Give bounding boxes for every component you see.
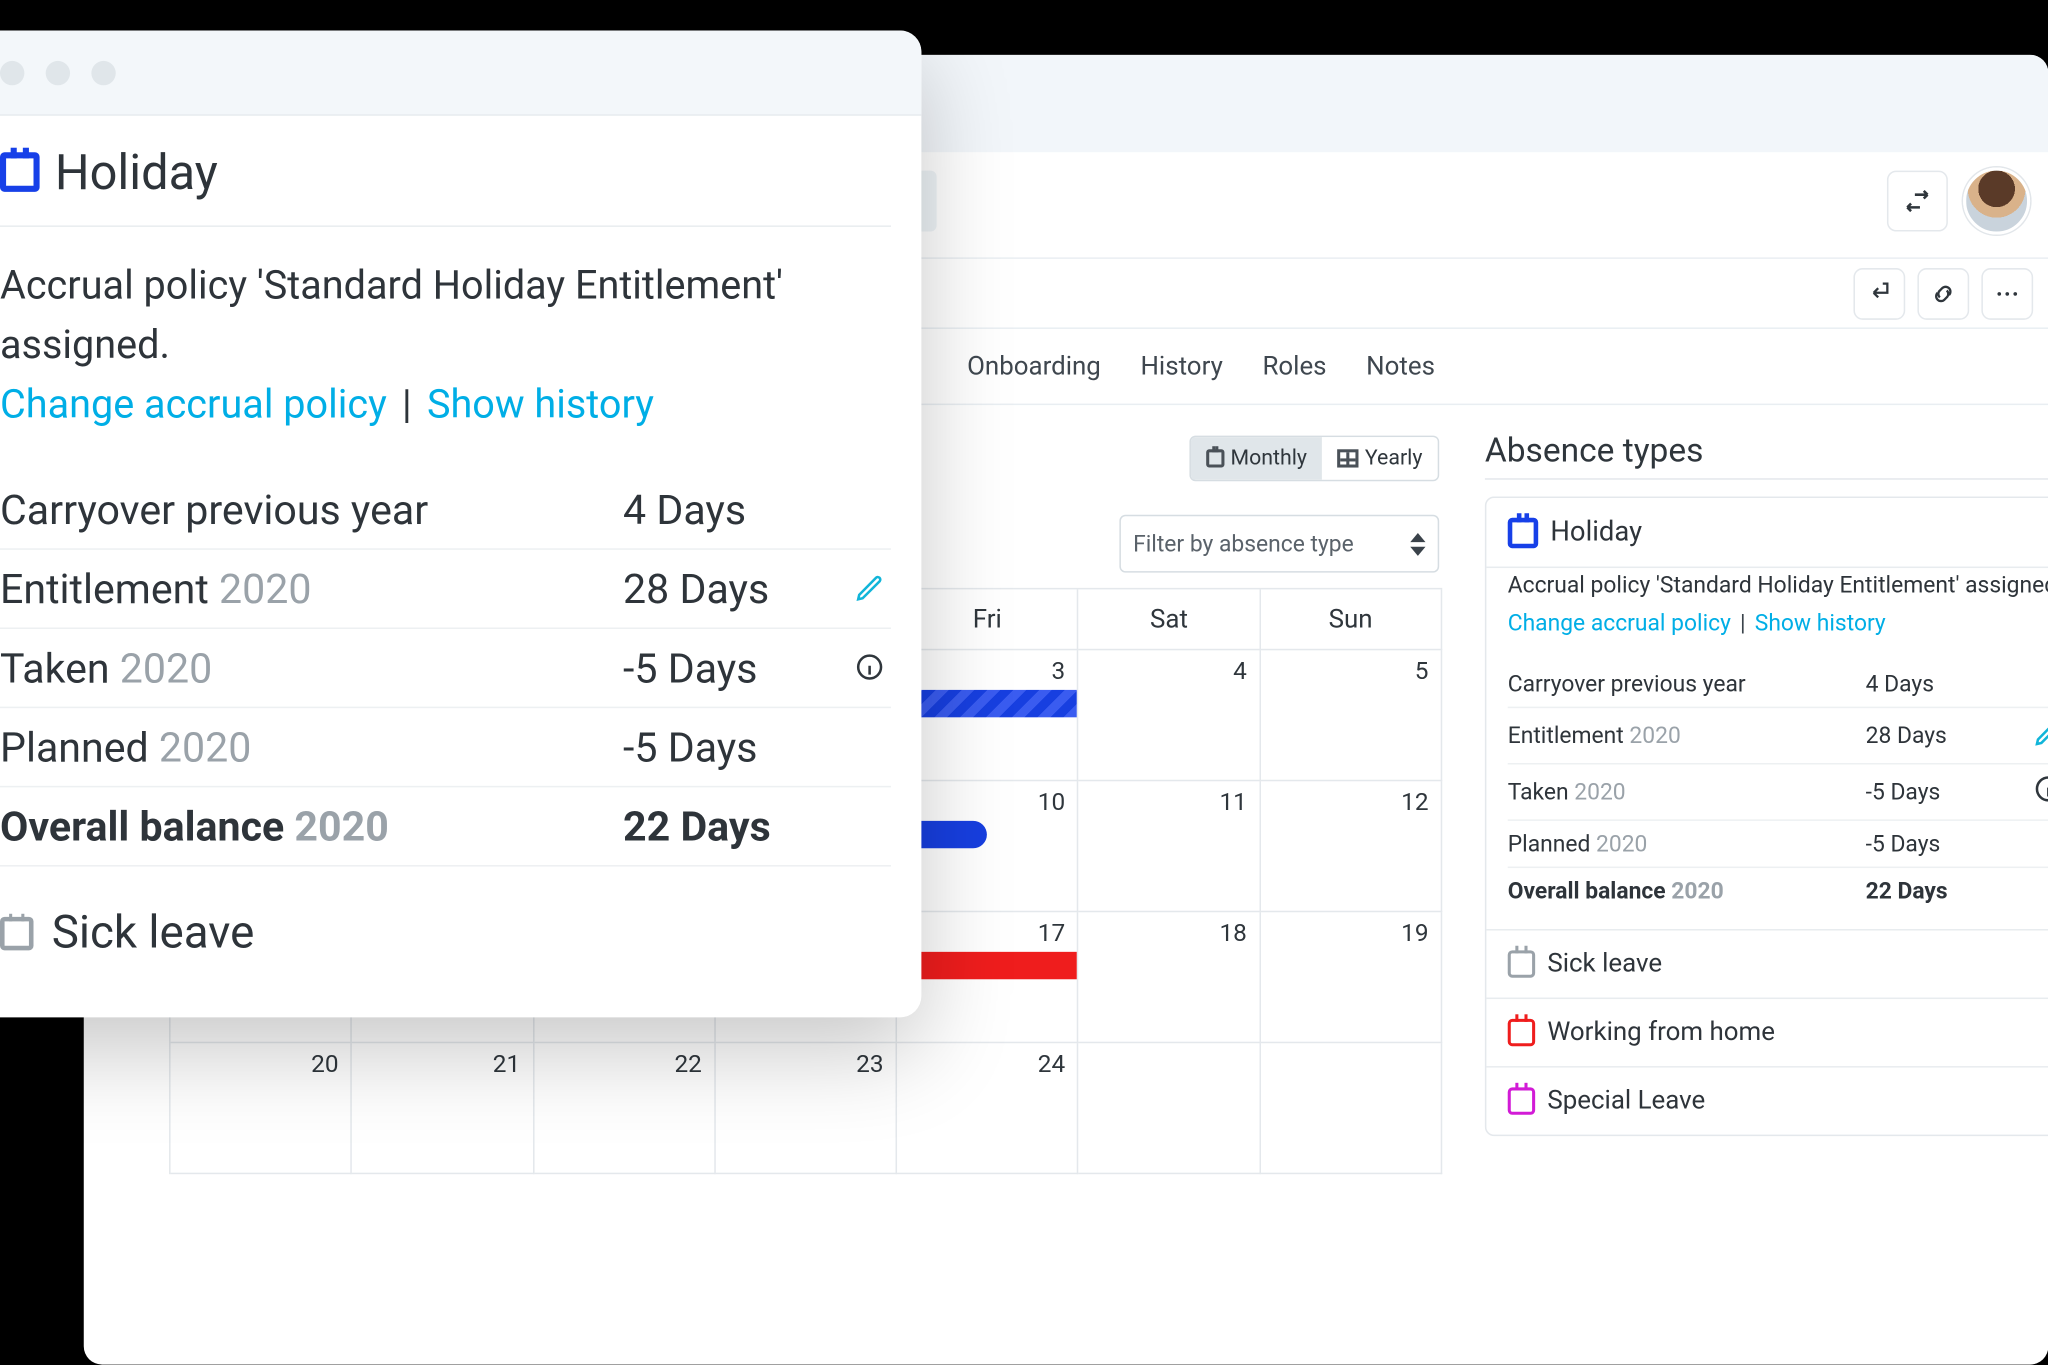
toggle-monthly[interactable]: Monthly bbox=[1191, 437, 1322, 480]
balance-row: Taken 2020-5 Days bbox=[0, 629, 891, 708]
tab-onboarding[interactable]: Onboarding bbox=[967, 351, 1101, 381]
holiday-title: Holiday bbox=[0, 143, 891, 227]
absence-type-item[interactable]: Special Leave bbox=[1486, 1065, 2048, 1134]
calendar-cell[interactable]: 17 bbox=[897, 912, 1079, 1043]
show-history-link[interactable]: Show history bbox=[427, 382, 654, 428]
detail-window: Holiday Accrual policy 'Standard Holiday… bbox=[0, 30, 921, 1017]
traffic-light-icon[interactable] bbox=[0, 60, 24, 84]
toggle-yearly[interactable]: Yearly bbox=[1322, 437, 1437, 480]
chevron-updown-icon bbox=[1410, 532, 1425, 555]
calendar-cell[interactable]: 23 bbox=[716, 1043, 898, 1174]
calendar-icon bbox=[1508, 950, 1535, 977]
calendar-cell[interactable]: 12 bbox=[1261, 781, 1443, 912]
window-chrome bbox=[0, 30, 921, 115]
tab-roles[interactable]: Roles bbox=[1262, 351, 1326, 381]
calendar-cell[interactable]: 20 bbox=[171, 1043, 353, 1174]
change-accrual-link[interactable]: Change accrual policy bbox=[0, 382, 387, 428]
accrual-links: Change accrual policy|Show history bbox=[1486, 608, 2048, 651]
calendar-cell[interactable]: 19 bbox=[1261, 912, 1443, 1043]
balance-row: Carryover previous year4 Days bbox=[1508, 660, 2048, 706]
grid-icon bbox=[1337, 449, 1358, 467]
view-toggle: Monthly Yearly bbox=[1189, 436, 1439, 482]
more-icon-button[interactable] bbox=[1981, 267, 2033, 319]
absence-type-item[interactable]: Working from home bbox=[1486, 997, 2048, 1066]
calendar-cell[interactable]: 5 bbox=[1261, 650, 1443, 781]
calendar-cell[interactable]: 22 bbox=[534, 1043, 716, 1174]
absence-type-item[interactable]: Sick leave bbox=[1486, 928, 2048, 997]
traffic-light-icon[interactable] bbox=[91, 60, 115, 84]
calendar-cell[interactable] bbox=[1261, 1043, 1443, 1174]
info-icon[interactable] bbox=[849, 643, 891, 692]
show-history-link[interactable]: Show history bbox=[1755, 608, 1886, 635]
tab-history[interactable]: History bbox=[1140, 351, 1222, 381]
calendar-icon bbox=[1206, 449, 1224, 467]
balance-row: Entitlement 202028 Days bbox=[0, 550, 891, 629]
accrual-links: Change accrual policy|Show history bbox=[0, 376, 891, 428]
calendar-cell[interactable] bbox=[1079, 1043, 1261, 1174]
calendar-icon bbox=[0, 152, 40, 192]
absence-bar-holiday[interactable] bbox=[897, 690, 1077, 717]
absence-bar-sick[interactable] bbox=[897, 952, 1077, 979]
balance-row: Planned 2020-5 Days bbox=[0, 708, 891, 787]
calendar-cell[interactable]: 21 bbox=[352, 1043, 534, 1174]
route-icon-button[interactable] bbox=[1887, 171, 1948, 232]
absence-types-panel: Holiday Accrual policy 'Standard Holiday… bbox=[1485, 496, 2048, 1135]
balance-row: Overall balance 202022 Days bbox=[0, 787, 891, 866]
info-icon[interactable] bbox=[2018, 773, 2048, 810]
calendar-cell[interactable]: 10 bbox=[897, 781, 1079, 912]
link-icon-button[interactable] bbox=[1917, 267, 1969, 319]
change-accrual-link[interactable]: Change accrual policy bbox=[1508, 608, 1731, 635]
accrual-assigned-text: Accrual policy 'Standard Holiday Entitle… bbox=[0, 257, 891, 376]
avatar[interactable] bbox=[1963, 168, 2030, 235]
edit-icon[interactable] bbox=[2018, 717, 2048, 754]
weekday-header: Fri bbox=[897, 589, 1079, 650]
calendar-cell[interactable]: 4 bbox=[1079, 650, 1261, 781]
calendar-cell[interactable]: 11 bbox=[1079, 781, 1261, 912]
tab-notes[interactable]: Notes bbox=[1366, 351, 1435, 381]
calendar-icon bbox=[1508, 517, 1538, 547]
balance-row: Overall balance 202022 Days bbox=[1508, 866, 2048, 913]
balance-row: Taken 2020-5 Days bbox=[1508, 762, 2048, 818]
balance-row: Carryover previous year4 Days bbox=[0, 471, 891, 550]
calendar-icon bbox=[1508, 1087, 1535, 1114]
absence-filter-select[interactable]: Filter by absence type bbox=[1119, 515, 1439, 573]
balance-row: Entitlement 202028 Days bbox=[1508, 706, 2048, 762]
calendar-cell[interactable]: 3 bbox=[897, 650, 1079, 781]
holiday-section-title[interactable]: Holiday bbox=[1508, 516, 2048, 548]
weekday-header: Sat bbox=[1079, 589, 1261, 650]
calendar-cell[interactable]: 24 bbox=[897, 1043, 1079, 1174]
traffic-light-icon[interactable] bbox=[46, 60, 70, 84]
sick-leave-section[interactable]: Sick leave bbox=[0, 867, 891, 960]
calendar-cell[interactable]: 18 bbox=[1079, 912, 1261, 1043]
weekday-header: Sun bbox=[1261, 589, 1443, 650]
absence-types-heading: Absence types bbox=[1485, 433, 1704, 471]
calendar-icon bbox=[1508, 1018, 1535, 1045]
balance-row: Planned 2020-5 Days bbox=[1508, 819, 2048, 866]
enter-icon-button[interactable] bbox=[1853, 267, 1905, 319]
calendar-icon bbox=[0, 916, 34, 950]
edit-icon[interactable] bbox=[849, 564, 891, 613]
accrual-assigned-text: Accrual policy 'Standard Holiday Entitle… bbox=[1486, 568, 2048, 608]
